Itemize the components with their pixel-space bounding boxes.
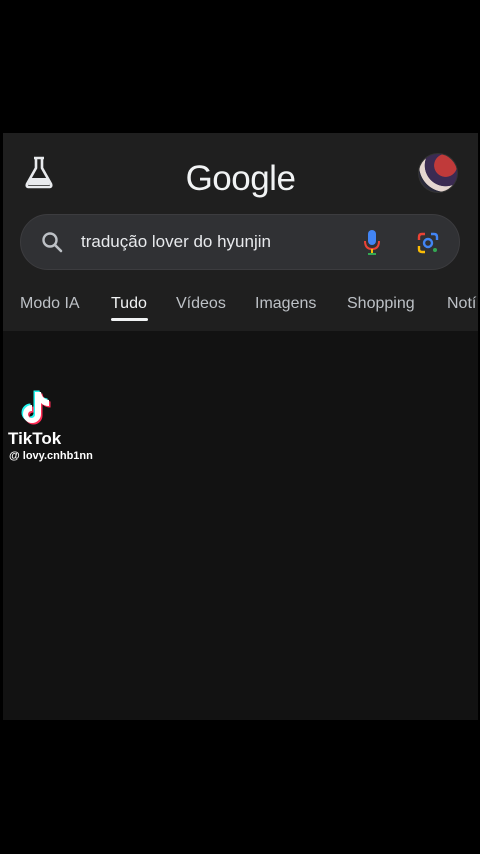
- tab-imagens[interactable]: Imagens: [255, 295, 316, 313]
- search-bar[interactable]: tradução lover do hyunjin: [20, 214, 460, 270]
- search-icon: [42, 232, 63, 253]
- tab-noticias[interactable]: Notí: [447, 295, 476, 313]
- tiktok-logo-icon: [21, 390, 51, 425]
- profile-avatar[interactable]: [418, 153, 458, 193]
- tab-shopping[interactable]: Shopping: [347, 295, 415, 313]
- tab-modo-ia[interactable]: Modo IA: [20, 295, 80, 313]
- tab-tudo[interactable]: Tudo: [111, 295, 147, 313]
- google-logo: Google: [185, 159, 296, 198]
- tab-videos[interactable]: Vídeos: [176, 295, 226, 313]
- tiktok-brand: TikTok: [8, 429, 62, 448]
- active-tab-indicator: [111, 318, 148, 321]
- microphone-icon[interactable]: [363, 229, 381, 255]
- tiktok-handle: @ lovy.cnhb1nn: [9, 450, 93, 462]
- search-input[interactable]: tradução lover do hyunjin: [81, 232, 271, 252]
- google-header: Google tradução lover do hyunjin Modo IA…: [3, 133, 478, 331]
- tiktok-watermark: TikTok @ lovy.cnhb1nn: [6, 388, 126, 468]
- google-lens-icon[interactable]: [416, 231, 440, 255]
